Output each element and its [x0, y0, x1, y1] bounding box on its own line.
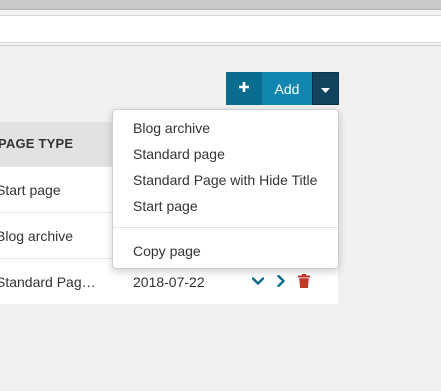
caret-down-icon — [321, 80, 330, 98]
add-dropdown-toggle[interactable] — [312, 72, 339, 105]
add-button-group: Add — [226, 72, 339, 105]
chevron-down-icon[interactable] — [251, 272, 265, 290]
toolbar-strip — [0, 10, 441, 46]
cell-date: 2018-07-22 — [133, 274, 205, 290]
menu-item-standard-page-hide-title[interactable]: Standard Page with Hide Title — [133, 172, 317, 188]
menu-item-standard-page[interactable]: Standard page — [133, 146, 225, 162]
plus-icon — [238, 80, 250, 98]
trash-icon[interactable] — [297, 272, 311, 290]
row-actions — [251, 272, 311, 290]
column-header-page-type[interactable]: PAGE TYPE — [0, 136, 73, 151]
cell-page-type: Blog archive — [0, 228, 74, 244]
add-plus-button[interactable] — [226, 72, 262, 105]
menu-item-start-page[interactable]: Start page — [133, 198, 198, 214]
menu-item-blog-archive[interactable]: Blog archive — [133, 120, 210, 136]
menu-item-copy-page[interactable]: Copy page — [133, 243, 201, 259]
menu-divider — [113, 227, 338, 228]
address-field[interactable] — [0, 15, 441, 43]
window-top-bar — [0, 0, 441, 10]
add-dropdown-menu: Blog archive Standard page Standard Page… — [112, 109, 339, 269]
cell-page-type: Start page — [0, 182, 61, 198]
chevron-right-icon[interactable] — [274, 272, 288, 290]
add-button[interactable]: Add — [262, 72, 312, 105]
cell-page-type: Standard Pag… — [0, 274, 96, 290]
